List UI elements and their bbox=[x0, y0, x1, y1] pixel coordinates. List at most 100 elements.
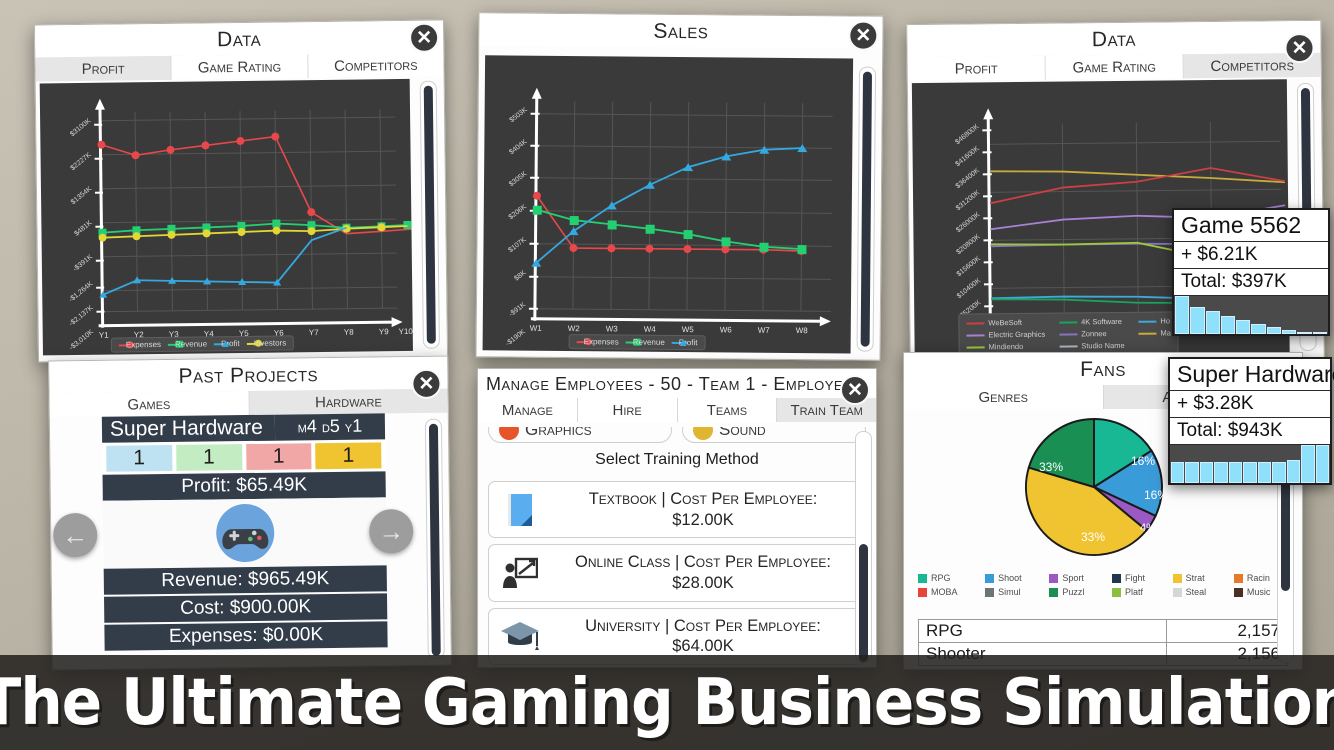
legend-label: Ho bbox=[1160, 316, 1171, 326]
project-cost: Cost: $900.00K bbox=[104, 593, 388, 623]
score-box: 1 bbox=[245, 443, 312, 471]
legend-label: Investors bbox=[253, 338, 287, 348]
tab-bar: Manage Hire Teams Train Team bbox=[478, 398, 876, 422]
project-profit: Profit: $65.49K bbox=[102, 471, 386, 501]
gamepad-icon bbox=[215, 504, 274, 563]
x-tick: Y7 bbox=[308, 328, 319, 338]
bottom-banner: The Ultimate Gaming Business Simulation bbox=[0, 655, 1334, 750]
skill-pill-sound[interactable]: Sound bbox=[682, 427, 866, 443]
project-revenue: Revenue: $965.49K bbox=[103, 565, 387, 595]
tab-game-rating[interactable]: Game Rating bbox=[1045, 54, 1184, 80]
training-option-text: University | Cost Per Employee: $64.00K bbox=[585, 616, 821, 656]
legend-label: Revenue bbox=[174, 339, 208, 349]
tab-competitors[interactable]: Competitors bbox=[307, 52, 444, 79]
x-tick: W7 bbox=[757, 325, 770, 335]
scrollbar-thumb[interactable] bbox=[428, 423, 441, 656]
sound-icon bbox=[693, 427, 713, 440]
legend-item: Revenue bbox=[167, 339, 208, 349]
x-tick: W2 bbox=[567, 324, 580, 334]
training-option-textbook[interactable]: Textbook | Cost Per Employee: $12.00K bbox=[488, 481, 866, 539]
section-header: Select Training Method bbox=[595, 451, 759, 468]
skill-pill-label: Graphics bbox=[525, 427, 592, 439]
legend-label: Music bbox=[1246, 587, 1271, 597]
sales-chart: $503K $404K $305K $206K $107K $8K -$91K … bbox=[482, 55, 854, 354]
tooltip-total: Total: $943K bbox=[1170, 418, 1330, 445]
tooltip-bar-chart bbox=[1174, 296, 1328, 334]
legend-label: Platf bbox=[1124, 587, 1143, 597]
score-box: 1 bbox=[175, 444, 242, 471]
next-project-button[interactable]: → bbox=[368, 509, 414, 554]
tab-games[interactable]: Games bbox=[49, 391, 250, 418]
tooltip-game-5562: Game 5562 + $6.21K Total: $397K bbox=[1172, 208, 1330, 336]
scrollbar-thumb[interactable] bbox=[859, 544, 868, 662]
legend-label: Racin bbox=[1246, 573, 1270, 583]
graduation-cap-icon bbox=[499, 616, 541, 656]
tooltip-total: Total: $397K bbox=[1174, 269, 1328, 296]
project-header: Super Hardware M4 D5 Y1 bbox=[101, 413, 386, 443]
legend-label: Revenue bbox=[632, 337, 665, 347]
score-box: 1 bbox=[315, 442, 382, 470]
tab-profit[interactable]: Profit bbox=[35, 55, 172, 82]
close-icon[interactable]: ✕ bbox=[1284, 32, 1315, 64]
legend-label: Mindiendo bbox=[988, 341, 1024, 352]
scrollbar[interactable] bbox=[855, 431, 872, 663]
scrollbar[interactable] bbox=[419, 80, 440, 349]
skill-pill-graphics[interactable]: Graphics bbox=[488, 427, 672, 443]
project-name: Super Hardware bbox=[101, 414, 276, 443]
legend-label: Puzzl bbox=[1062, 587, 1085, 597]
legend-item: Strat bbox=[1172, 573, 1224, 583]
training-cost-label: Cost Per Employee: bbox=[683, 553, 831, 572]
day-value: 5 bbox=[329, 415, 340, 437]
project-date: M4 D5 Y1 bbox=[274, 413, 386, 441]
pie-label: 16% bbox=[1131, 454, 1155, 468]
training-name: Textbook bbox=[588, 490, 657, 508]
window-title: Past Projects bbox=[49, 356, 448, 394]
tab-bar: Profit Game Rating Competitors bbox=[907, 52, 1321, 82]
tooltip-title: Game 5562 bbox=[1174, 210, 1328, 242]
legend-label: Simul bbox=[998, 587, 1021, 597]
training-cost-label: Cost Per Employee: bbox=[673, 616, 821, 635]
legend-label: Expenses bbox=[125, 339, 162, 350]
graphics-icon bbox=[499, 427, 519, 440]
competitors-legend: WeBeSoft 4K Software Ho Electric Graphic… bbox=[958, 311, 1180, 357]
legend-item: Mindiendo bbox=[966, 341, 1046, 352]
day-prefix: D bbox=[321, 423, 330, 436]
scrollbar[interactable] bbox=[424, 418, 445, 659]
legend-item: Investors bbox=[246, 338, 287, 348]
genre-name: RPG bbox=[919, 620, 1167, 642]
legend-label: Strat bbox=[1185, 573, 1205, 583]
score-row: 1 1 1 1 bbox=[102, 439, 386, 475]
scrollbar-thumb[interactable] bbox=[1281, 476, 1290, 591]
year-value: 1 bbox=[352, 415, 363, 436]
legend-label: 4K Software bbox=[1080, 316, 1122, 327]
skill-pill-row: Graphics Sound bbox=[478, 427, 876, 443]
close-icon[interactable]: ✕ bbox=[840, 375, 870, 405]
training-cost: $12.00K bbox=[672, 510, 734, 529]
training-name: University bbox=[585, 616, 661, 635]
train-team-panel: Graphics Sound Select Training Method Te… bbox=[478, 427, 876, 667]
tab-profit[interactable]: Profit bbox=[907, 55, 1046, 82]
tab-hire[interactable]: Hire bbox=[577, 398, 678, 422]
month-prefix: M bbox=[297, 423, 307, 436]
tab-genres[interactable]: Genres bbox=[904, 385, 1104, 409]
training-option-text: Textbook | Cost Per Employee: $12.00K bbox=[588, 490, 818, 529]
training-option-online-class[interactable]: Online Class | Cost Per Employee: $28.00… bbox=[488, 544, 866, 602]
legend-item: 4K Software bbox=[1059, 317, 1124, 327]
window-title: Sales bbox=[479, 13, 883, 49]
prev-project-button[interactable]: ← bbox=[52, 512, 98, 558]
scrollbar[interactable] bbox=[856, 66, 877, 352]
tab-teams[interactable]: Teams bbox=[677, 398, 778, 422]
tab-game-rating[interactable]: Game Rating bbox=[171, 54, 309, 80]
scrollbar-thumb[interactable] bbox=[423, 85, 436, 344]
tab-manage[interactable]: Manage bbox=[478, 398, 578, 422]
scrollbar-thumb[interactable] bbox=[860, 71, 873, 347]
training-cost-label: Cost Per Employee: bbox=[670, 490, 818, 508]
legend-item: Zonnee bbox=[1059, 329, 1124, 339]
window-title: Data bbox=[34, 20, 444, 58]
genre-value: 2,157 bbox=[1237, 621, 1280, 640]
legend-label: Expenses bbox=[583, 337, 619, 347]
close-icon[interactable]: ✕ bbox=[848, 20, 879, 51]
score-box: 1 bbox=[106, 444, 173, 472]
project-image bbox=[102, 497, 387, 569]
legend-item: Profit bbox=[671, 338, 698, 347]
